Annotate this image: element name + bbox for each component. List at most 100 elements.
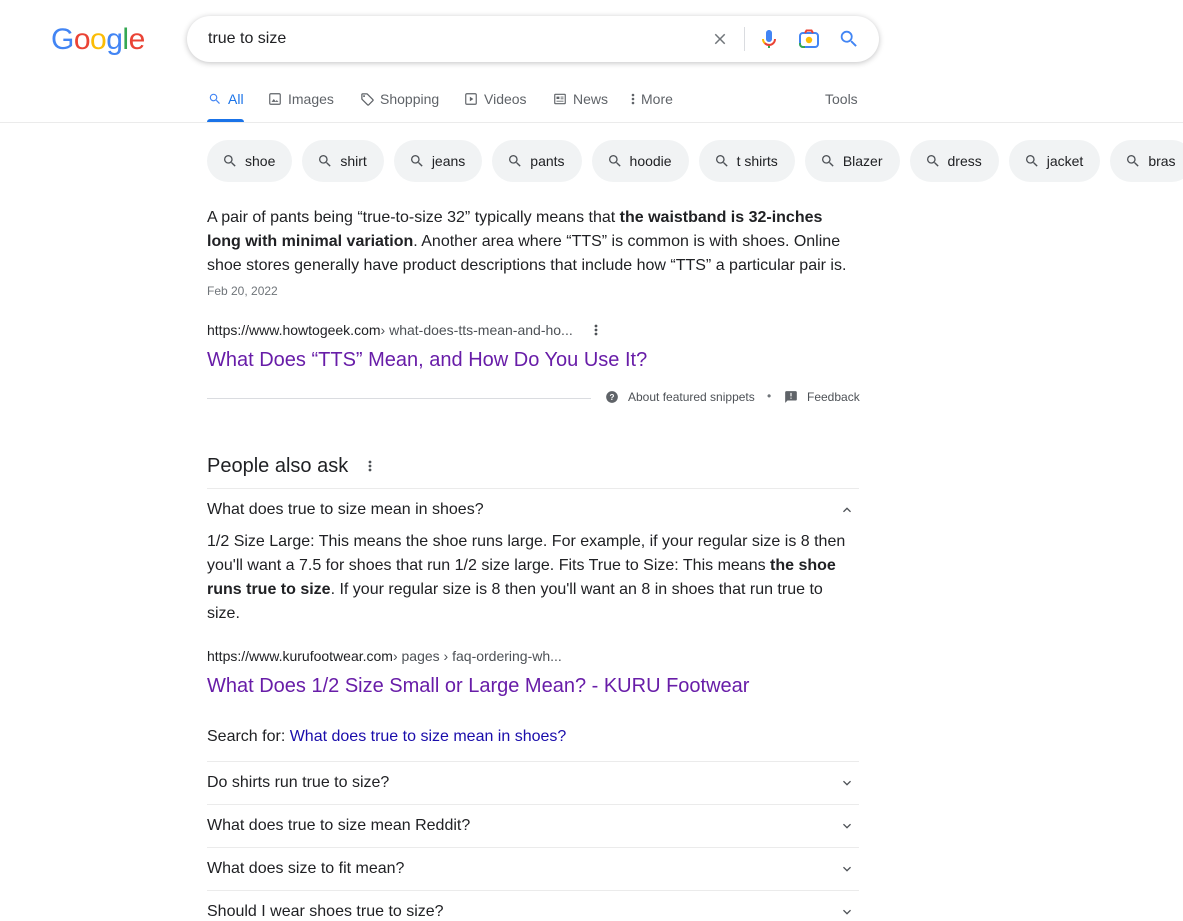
search-icon [715, 155, 728, 167]
search-icon [207, 91, 223, 107]
microphone-icon[interactable] [757, 27, 781, 51]
cite-path: › pages › faq-ordering-wh... [392, 648, 562, 664]
search-submit-icon[interactable] [837, 27, 861, 51]
refinement-chip[interactable]: t shirts [698, 140, 795, 182]
chip-label: hoodie [629, 153, 672, 169]
answer-text: 1/2 Size Large: This means the shoe runs… [207, 533, 846, 574]
header-divider [0, 122, 1183, 123]
refinement-chip[interactable]: shirt [302, 140, 384, 182]
tab-shopping[interactable]: Shopping [359, 86, 439, 122]
close-icon[interactable] [708, 27, 732, 51]
paa-question[interactable]: Should I wear shoes true to size? [207, 891, 859, 921]
tools-button[interactable]: Tools [825, 91, 858, 107]
google-logo[interactable]: Google [51, 22, 145, 58]
newspaper-icon [552, 91, 568, 107]
about-featured-snippets-link[interactable]: ? About featured snippets [605, 390, 755, 404]
chevron-up-icon [839, 502, 855, 523]
logo-letter: g [106, 23, 123, 56]
logo-letter: G [51, 23, 74, 56]
search-icon [926, 155, 939, 167]
search-input[interactable]: true to size [208, 16, 286, 62]
chip-label: t shirts [736, 153, 778, 169]
refinement-chip[interactable]: shoe [207, 140, 293, 182]
more-options-icon[interactable] [594, 323, 600, 337]
tab-all[interactable]: All [207, 86, 244, 122]
paa-question-text: What does true to size mean Reddit? [207, 817, 471, 834]
paa-heading-text: People also ask [207, 455, 349, 477]
featured-snippet-text: A pair of pants being “true-to-size 32” … [207, 206, 857, 278]
paa-question-text: What does true to size mean in shoes? [207, 501, 484, 518]
paa-answer-title-link[interactable]: What Does 1/2 Size Small or Large Mean? … [207, 673, 749, 699]
about-label: About featured snippets [628, 390, 755, 404]
chip-label: jacket [1046, 153, 1084, 169]
refinement-chips: shoe shirt jeans pants hoodie t shirts Blazer d… [207, 140, 1183, 182]
snippet-footer: ? About featured snippets • Feedback [207, 388, 860, 408]
camera-lens-icon[interactable] [797, 27, 821, 51]
paa-question-text: Do shirts run true to size? [207, 774, 390, 791]
svg-text:?: ? [610, 393, 615, 402]
paa-question[interactable]: Do shirts run true to size? [207, 762, 859, 804]
paa-answer-cite[interactable]: https://www.kurufootwear.com › pages › f… [207, 648, 562, 664]
refinement-chip[interactable]: bras [1110, 140, 1183, 182]
search-for-link[interactable]: What does true to size mean in shoes? [290, 728, 567, 745]
tab-label: Videos [484, 91, 527, 107]
cite-path: › what-does-tts-mean-and-ho... [380, 322, 573, 338]
help-icon: ? [606, 391, 618, 403]
paa-question[interactable]: What does size to fit mean? [207, 848, 859, 890]
tab-videos[interactable]: Videos [463, 86, 527, 122]
tab-images[interactable]: Images [267, 86, 334, 122]
refinement-chip[interactable]: jeans [393, 140, 483, 182]
chevron-down-icon [839, 904, 855, 921]
search-icon [509, 155, 521, 167]
tab-label: News [573, 91, 609, 107]
paa-question[interactable]: What does true to size mean Reddit? [207, 805, 859, 847]
refinement-chip[interactable]: jacket [1008, 140, 1101, 182]
paa-answer-text: 1/2 Size Large: This means the shoe runs… [207, 530, 847, 626]
tab-label: More [641, 91, 673, 107]
search-box-divider [744, 27, 745, 51]
refinement-chip[interactable]: pants [492, 140, 582, 182]
search-for-label: Search for: [207, 728, 290, 745]
chip-label: bras [1148, 153, 1176, 169]
logo-letter: o [90, 23, 107, 56]
more-options-icon[interactable] [368, 459, 372, 473]
tab-more[interactable]: More [629, 86, 673, 122]
image-icon [267, 91, 283, 107]
paa-question-text: Should I wear shoes true to size? [207, 903, 444, 920]
refinement-chip[interactable]: dress [909, 140, 999, 182]
snippet-result-title-link[interactable]: What Does “TTS” Mean, and How Do You Use… [207, 347, 647, 373]
chevron-down-icon [839, 775, 855, 796]
search-icon [224, 155, 236, 167]
logo-letter: e [128, 23, 146, 56]
logo-letter: o [73, 23, 91, 56]
tab-label: All [228, 91, 244, 107]
chip-label: shoe [245, 153, 276, 169]
separator-bullet: • [767, 389, 772, 403]
snippet-date: Feb 20, 2022 [207, 284, 278, 298]
snippet-text: A pair of pants being “true-to-size 32” … [207, 209, 620, 226]
search-icon [410, 155, 423, 167]
chip-label: Blazer [842, 153, 883, 169]
feedback-label: Feedback [807, 390, 860, 404]
search-icon [1025, 155, 1038, 167]
search-for-line: Search for: What does true to size mean … [207, 728, 566, 746]
feedback-icon [785, 391, 797, 403]
refinement-chip[interactable]: hoodie [591, 140, 689, 182]
chip-label: jeans [431, 153, 466, 169]
snippet-footer-divider [207, 398, 591, 399]
refinement-chip[interactable]: Blazer [804, 140, 900, 182]
cite-domain: https://www.kurufootwear.com [207, 648, 393, 664]
paa-question-expanded[interactable]: What does true to size mean in shoes? [207, 489, 859, 531]
play-icon [463, 91, 479, 107]
search-icon [1127, 155, 1139, 167]
chevron-down-icon [839, 861, 855, 882]
tab-news[interactable]: News [552, 86, 608, 122]
search-box[interactable]: true to size [187, 16, 879, 62]
tag-icon [359, 91, 375, 107]
more-vertical-icon [629, 91, 637, 107]
tab-label: Images [288, 91, 334, 107]
chevron-down-icon [839, 818, 855, 839]
chip-label: pants [530, 153, 565, 169]
snippet-cite[interactable]: https://www.howtogeek.com › what-does-tt… [207, 322, 600, 338]
feedback-link[interactable]: Feedback [784, 390, 860, 404]
